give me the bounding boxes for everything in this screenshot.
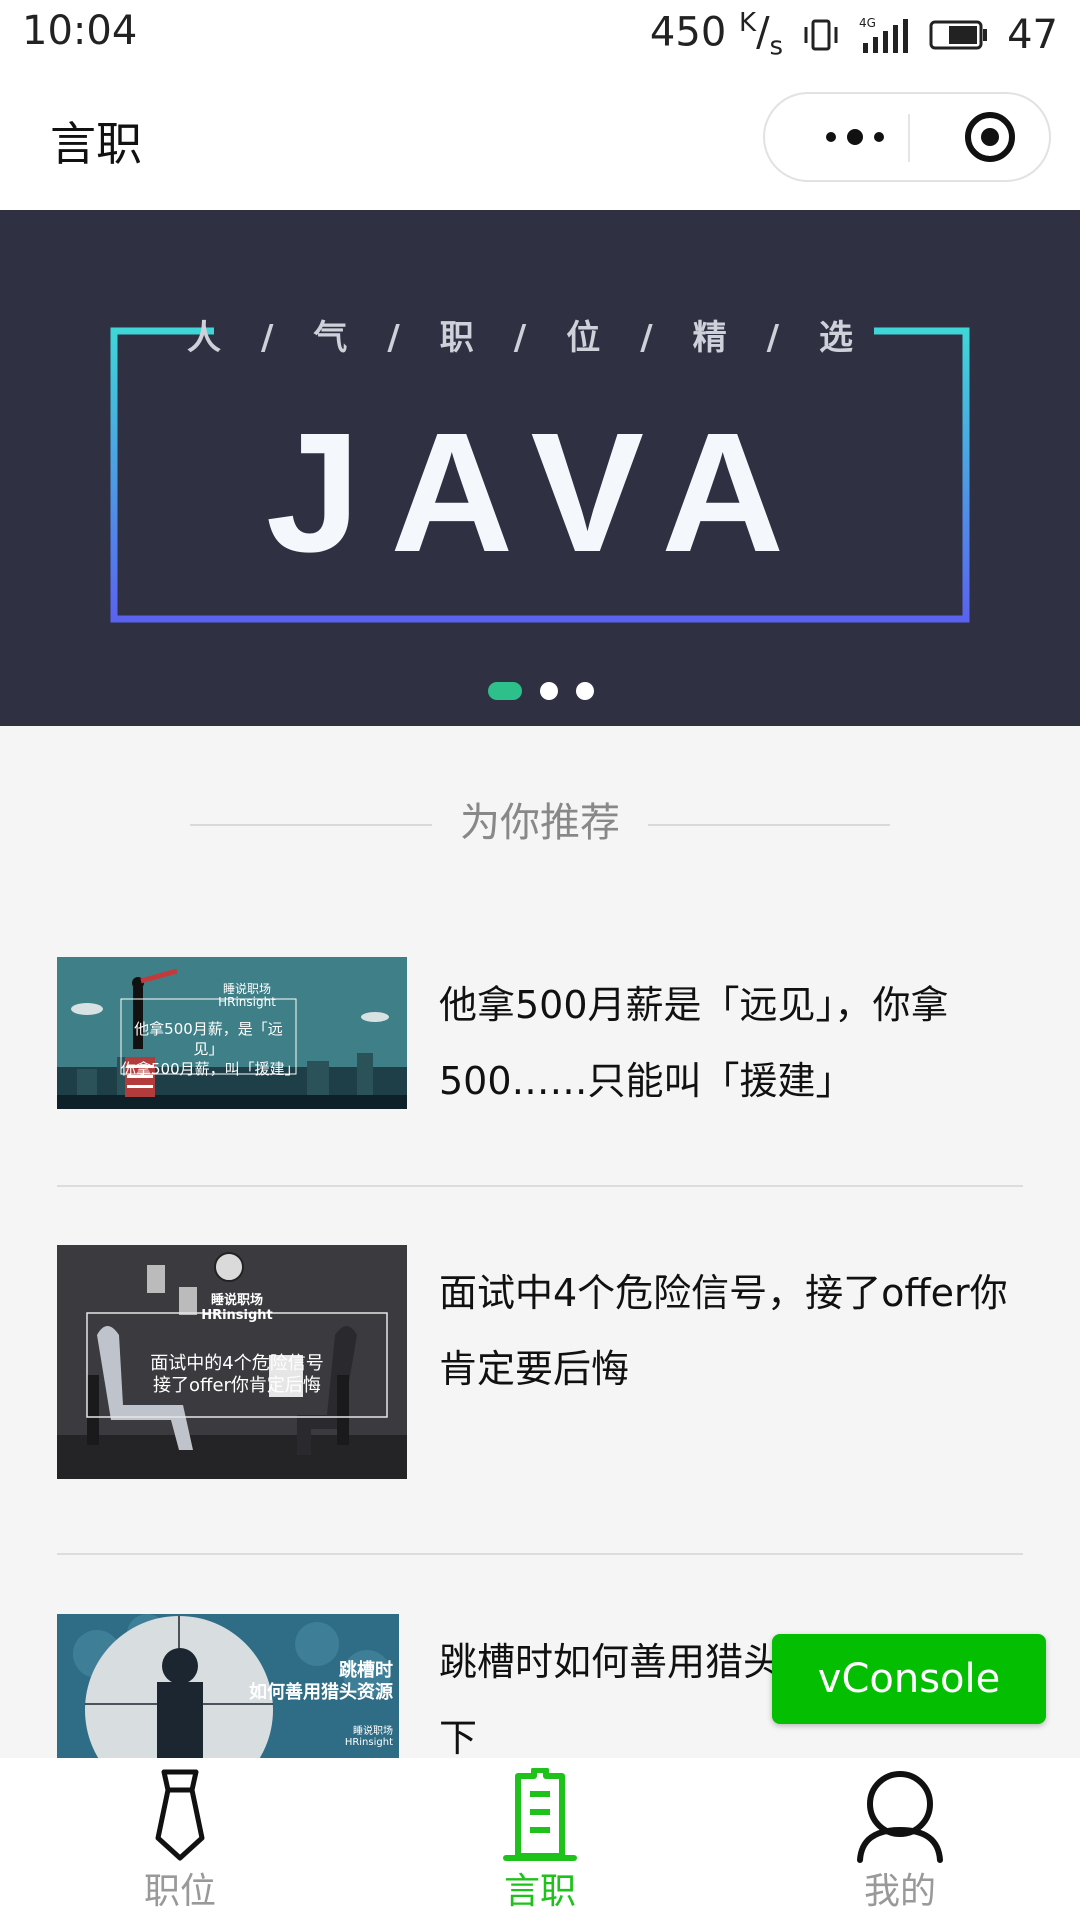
tab-label: 职位 (143, 1871, 216, 1912)
vibrate-icon (801, 17, 841, 53)
carousel-dot-active[interactable] (488, 682, 522, 700)
banner-carousel[interactable]: 人/气/职/位/精/选 JAVA (0, 210, 1080, 726)
status-time: 10:04 (22, 8, 138, 54)
section-header: 为你推荐 (0, 790, 1080, 850)
capsule-divider (908, 114, 910, 162)
thumbnail-brand: 睡说职场 HRinsight (218, 982, 276, 1009)
list-divider (57, 1185, 1023, 1187)
thumbnail-caption: 跳槽时 如何善用猎头资源 (249, 1660, 393, 1703)
article-item[interactable]: 睡说职场 HRinsight 他拿500月薪，是「远见」 你拿500月薪，叫「援建」… (57, 957, 1023, 1109)
tab-bar: 职位 言职 我的 (0, 1758, 1080, 1920)
battery-level: 47 (1007, 11, 1058, 58)
list-divider (57, 1553, 1023, 1555)
tab-jobs[interactable]: 职位 (0, 1758, 360, 1920)
article-thumbnail: 睡说职场 HRinsight 面试中的4个危险信号 接了offer你肯定后悔 (57, 1245, 407, 1479)
carousel-dot[interactable] (576, 682, 594, 700)
tie-icon (130, 1768, 230, 1864)
svg-text:4G: 4G (859, 16, 876, 30)
more-dots-icon[interactable] (805, 94, 905, 180)
nav-bar: 言职 (0, 68, 1080, 211)
article-thumbnail: 跳槽时 如何善用猎头资源 睡说职场 HRinsight (57, 1614, 399, 1758)
page-title: 言职 (50, 117, 142, 171)
status-bar: 10:04 450 K/s 4G 47 (0, 0, 1080, 68)
battery-icon (929, 19, 989, 51)
vconsole-button[interactable]: vConsole (772, 1634, 1046, 1724)
carousel-dot[interactable] (540, 682, 558, 700)
status-right: 450 K/s 4G 47 (650, 8, 1058, 61)
thumbnail-caption: 他拿500月薪，是「远见」 你拿500月薪，叫「援建」 (121, 1020, 300, 1078)
network-speed: 450 K/s (649, 8, 784, 62)
thumbnail-brand: 睡说职场 HRinsight (201, 1293, 273, 1323)
thumbnail-caption: 面试中的4个危险信号 接了offer你肯定后悔 (150, 1353, 324, 1396)
thumbnail-brand: 睡说职场 HRinsight (344, 1726, 393, 1748)
target-circle-icon[interactable] (945, 94, 1035, 180)
capsule-menu (763, 92, 1051, 182)
person-icon (850, 1768, 950, 1864)
section-title: 为你推荐 (460, 800, 620, 846)
signal-icon: 4G (859, 15, 911, 55)
banner-headline: JAVA (265, 398, 815, 588)
section-line-right (648, 824, 890, 826)
tab-label: 言职 (503, 1871, 576, 1912)
article-title[interactable]: 面试中4个危险信号，接了offer你肯定要后悔 (439, 1255, 1023, 1407)
tab-label: 我的 (863, 1871, 936, 1912)
banner-subtitle: 人/气/职/位/精/选 (186, 318, 894, 358)
building-icon (490, 1767, 590, 1864)
article-thumbnail: 睡说职场 HRinsight 他拿500月薪，是「远见」 你拿500月薪，叫「援建」 (57, 957, 407, 1109)
tab-articles[interactable]: 言职 (360, 1758, 720, 1920)
carousel-dots (488, 682, 594, 700)
article-title[interactable]: 他拿500月薪是「远见」，你拿500……只能叫「援建」 (439, 967, 1023, 1119)
article-item[interactable]: 睡说职场 HRinsight 面试中的4个危险信号 接了offer你肯定后悔 面试中… (57, 1245, 1023, 1479)
tab-profile[interactable]: 我的 (720, 1758, 1080, 1920)
